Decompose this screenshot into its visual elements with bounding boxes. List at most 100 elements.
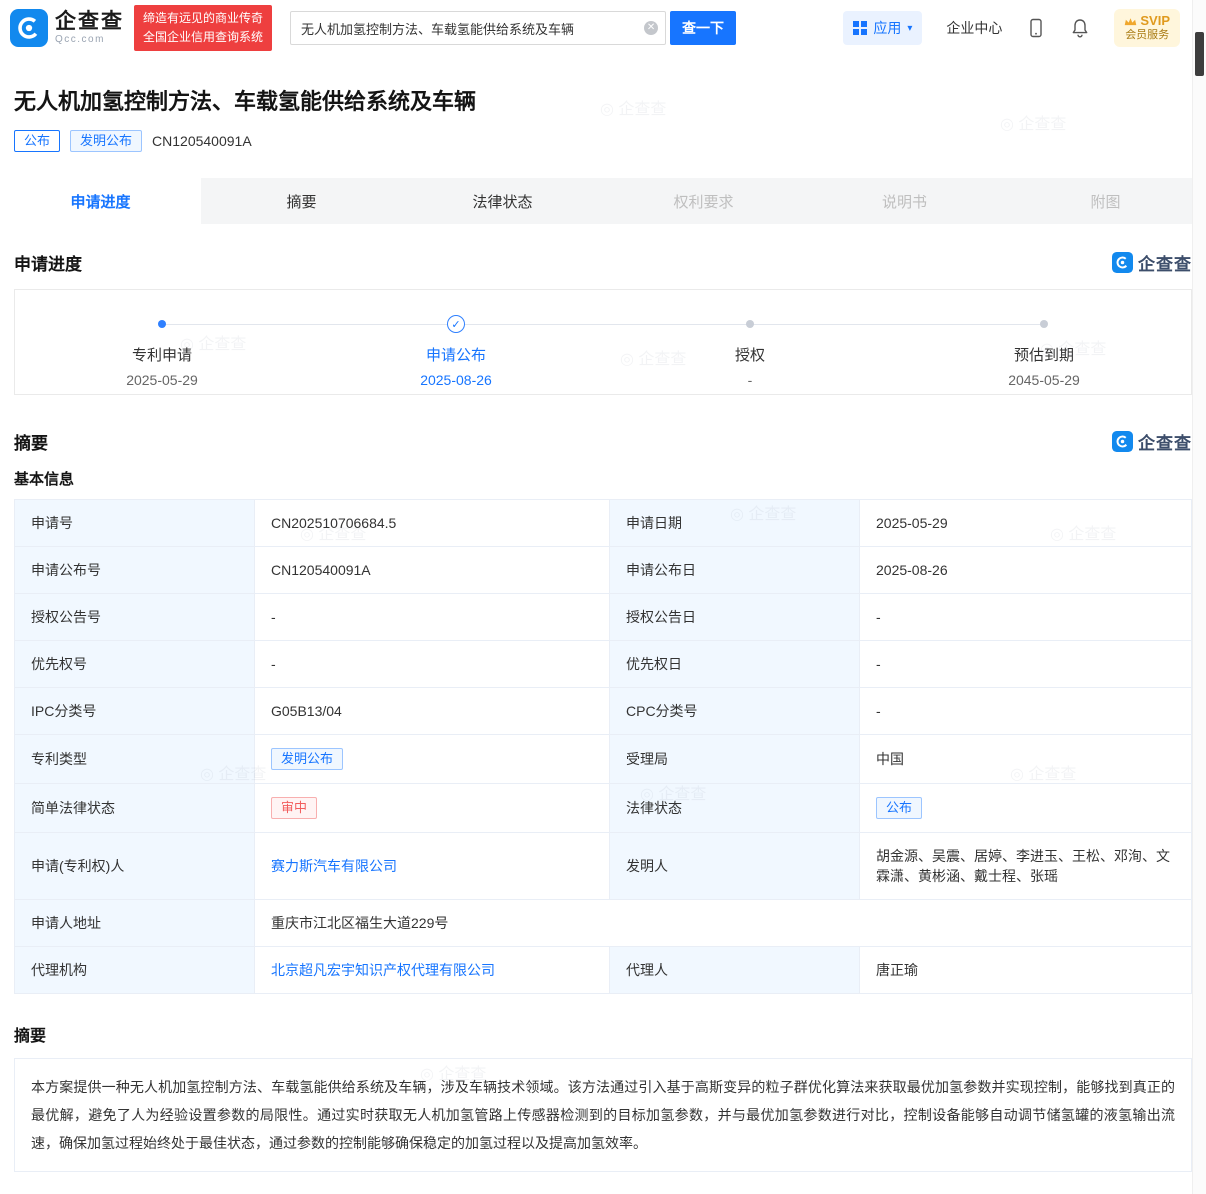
agent-name: 唐正瑜 bbox=[859, 946, 1192, 994]
enterprise-center-link[interactable]: 企业中心 bbox=[946, 18, 1002, 38]
field-label: 申请人地址 bbox=[14, 899, 255, 947]
check-icon: ✓ bbox=[447, 315, 465, 333]
patent-tag-row: 公布 发明公布 CN120540091A bbox=[14, 130, 1192, 152]
field-value: - bbox=[254, 640, 610, 688]
field-label: 代理人 bbox=[609, 946, 860, 994]
slogan-banner: 缔造有远见的商业传奇 全国企业信用查询系统 bbox=[134, 4, 273, 52]
field-label: 优先权日 bbox=[609, 640, 860, 688]
agency-link[interactable]: 北京超凡宏宇知识产权代理有限公司 bbox=[271, 962, 495, 978]
milestone-publication: ✓ 申请公布 2025-08-26 bbox=[309, 290, 603, 394]
page-title: 无人机加氢控制方法、车载氢能供给系统及车辆 bbox=[14, 89, 477, 114]
milestone-label: 预估到期 bbox=[1013, 347, 1074, 364]
table-row: 代理机构 北京超凡宏宇知识产权代理有限公司 代理人 唐正瑜 bbox=[14, 946, 1192, 994]
tab-figures[interactable]: 附图 bbox=[1005, 178, 1206, 224]
tab-application-progress[interactable]: 申请进度 bbox=[0, 178, 201, 224]
field-label: 申请公布号 bbox=[14, 546, 255, 594]
field-value: - bbox=[254, 593, 610, 641]
field-label: 专利类型 bbox=[14, 734, 255, 784]
patent-number: CN120540091A bbox=[152, 133, 252, 149]
field-value: 2025-05-29 bbox=[859, 499, 1192, 547]
search-input[interactable] bbox=[290, 11, 667, 45]
field-value: CN120540091A bbox=[254, 546, 610, 594]
svip-label: SVIP bbox=[1140, 13, 1170, 28]
svip-membership-badge[interactable]: SVIP 会员服务 bbox=[1114, 9, 1180, 47]
search-button[interactable]: 查一下 bbox=[670, 11, 737, 45]
milestone-label: 授权 bbox=[734, 347, 765, 364]
inventors-list: 胡金源、吴震、居婷、李进玉、王松、邓洵、文霖潇、黄彬涵、戴士程、张瑶 bbox=[859, 832, 1192, 900]
field-label: 申请公布日 bbox=[609, 546, 860, 594]
milestone-label: 申请公布 bbox=[425, 347, 486, 364]
status-badge-publish: 公布 bbox=[14, 130, 61, 152]
milestone-estimated-expiry: 预估到期 2045-05-29 bbox=[897, 290, 1191, 394]
field-value: 2025-08-26 bbox=[859, 546, 1192, 594]
tab-summary[interactable]: 摘要 bbox=[201, 178, 402, 224]
patent-title-section: 无人机加氢控制方法、车载氢能供给系统及车辆 公布 发明公布 CN12054009… bbox=[0, 56, 1206, 152]
table-row: 专利类型 发明公布 受理局 中国 bbox=[14, 734, 1192, 784]
status-badge-pending: 审中 bbox=[271, 797, 318, 819]
field-label: 发明人 bbox=[609, 832, 860, 900]
milestone-label: 专利申请 bbox=[131, 347, 192, 364]
qcc-logo-icon bbox=[1112, 431, 1133, 452]
qcc-logo[interactable]: 企查查 Qcc.com bbox=[10, 9, 124, 47]
field-value: 公布 bbox=[859, 783, 1192, 833]
milestone-dot bbox=[158, 320, 166, 328]
field-value: 中国 bbox=[859, 734, 1192, 784]
search-bar: ✕ 查一下 bbox=[290, 11, 737, 45]
milestone-date: 2045-05-29 bbox=[1008, 372, 1080, 388]
field-label: 申请(专利权)人 bbox=[14, 832, 255, 900]
table-row: 授权公告号 - 授权公告日 - bbox=[14, 593, 1192, 641]
field-label: 授权公告日 bbox=[609, 593, 860, 641]
summary-section-header: 摘要 企查查 bbox=[14, 429, 1192, 454]
field-value: - bbox=[859, 687, 1192, 735]
field-label: 法律状态 bbox=[609, 783, 860, 833]
field-value: 北京超凡宏宇知识产权代理有限公司 bbox=[254, 946, 610, 994]
table-row: 申请号 CN202510706684.5 申请日期 2025-05-29 bbox=[14, 499, 1192, 547]
field-label: CPC分类号 bbox=[609, 687, 860, 735]
search-box: ✕ bbox=[290, 11, 667, 45]
header: 企查查 Qcc.com 缔造有远见的商业传奇 全国企业信用查询系统 ✕ 查一下 bbox=[0, 0, 1206, 56]
tab-claims[interactable]: 权利要求 bbox=[603, 178, 804, 224]
milestone-date: - bbox=[747, 372, 753, 388]
slogan-line2: 全国企业信用查询系统 bbox=[143, 30, 264, 44]
table-row: 简单法律状态 审中 法律状态 公布 bbox=[14, 783, 1192, 833]
field-label: 简单法律状态 bbox=[14, 783, 255, 833]
milestone-dot bbox=[1040, 320, 1048, 328]
field-value: CN202510706684.5 bbox=[254, 499, 610, 547]
field-value: G05B13/04 bbox=[254, 687, 610, 735]
tab-bar: 申请进度 摘要 法律状态 权利要求 说明书 附图 bbox=[0, 178, 1206, 224]
brand-name: 企查查 bbox=[55, 9, 124, 33]
table-row: 申请(专利权)人 赛力斯汽车有限公司 发明人 胡金源、吴震、居婷、李进玉、王松、… bbox=[14, 832, 1192, 900]
qcc-logo-icon bbox=[10, 9, 48, 47]
brand-mark: 企查查 bbox=[1112, 250, 1192, 275]
applicant-company-link[interactable]: 赛力斯汽车有限公司 bbox=[271, 858, 397, 874]
header-right: 应用 ▾ 企业中心 SVIP 会员服务 bbox=[843, 9, 1180, 47]
table-row: 申请公布号 CN120540091A 申请公布日 2025-08-26 bbox=[14, 546, 1192, 594]
milestone-patent-application: 专利申请 2025-05-29 bbox=[15, 290, 309, 394]
notification-bell-icon[interactable] bbox=[1070, 18, 1090, 38]
field-label: 授权公告号 bbox=[14, 593, 255, 641]
table-row: 优先权号 - 优先权日 - bbox=[14, 640, 1192, 688]
tab-description[interactable]: 说明书 bbox=[804, 178, 1005, 224]
page: ◎ 企查查 ◎ 企查查 ◎ 企查查 ◎ 企查查 ◎ 企查查 ◎ 企查查 ◎ 企查… bbox=[0, 0, 1206, 1194]
application-timeline: 专利申请 2025-05-29 ✓ 申请公布 2025-08-26 授权 - 预… bbox=[14, 289, 1192, 395]
status-badge-published: 公布 bbox=[876, 797, 923, 819]
tab-legal-status[interactable]: 法律状态 bbox=[402, 178, 603, 224]
scrollbar-thumb[interactable] bbox=[1195, 32, 1204, 76]
field-label: 优先权号 bbox=[14, 640, 255, 688]
field-value: 赛力斯汽车有限公司 bbox=[254, 832, 610, 900]
abstract-text: 本方案提供一种无人机加氢控制方法、车载氢能供给系统及车辆，涉及车辆技术领域。该方… bbox=[14, 1058, 1192, 1172]
brand-mark-text: 企查查 bbox=[1138, 434, 1192, 453]
svip-sublabel: 会员服务 bbox=[1125, 29, 1170, 42]
apps-menu[interactable]: 应用 ▾ bbox=[843, 11, 923, 45]
clear-icon[interactable]: ✕ bbox=[644, 21, 659, 35]
brand-domain: Qcc.com bbox=[55, 33, 105, 45]
brand-mark-text: 企查查 bbox=[1138, 255, 1192, 274]
abstract-heading: 摘要 bbox=[14, 1028, 47, 1045]
scrollbar bbox=[1192, 0, 1206, 1194]
grid-icon bbox=[853, 21, 868, 35]
milestone-grant: 授权 - bbox=[603, 290, 897, 394]
milestone-dot bbox=[746, 320, 754, 328]
field-label: 申请号 bbox=[14, 499, 255, 547]
mobile-app-icon[interactable] bbox=[1026, 18, 1046, 38]
crown-icon bbox=[1125, 17, 1137, 25]
